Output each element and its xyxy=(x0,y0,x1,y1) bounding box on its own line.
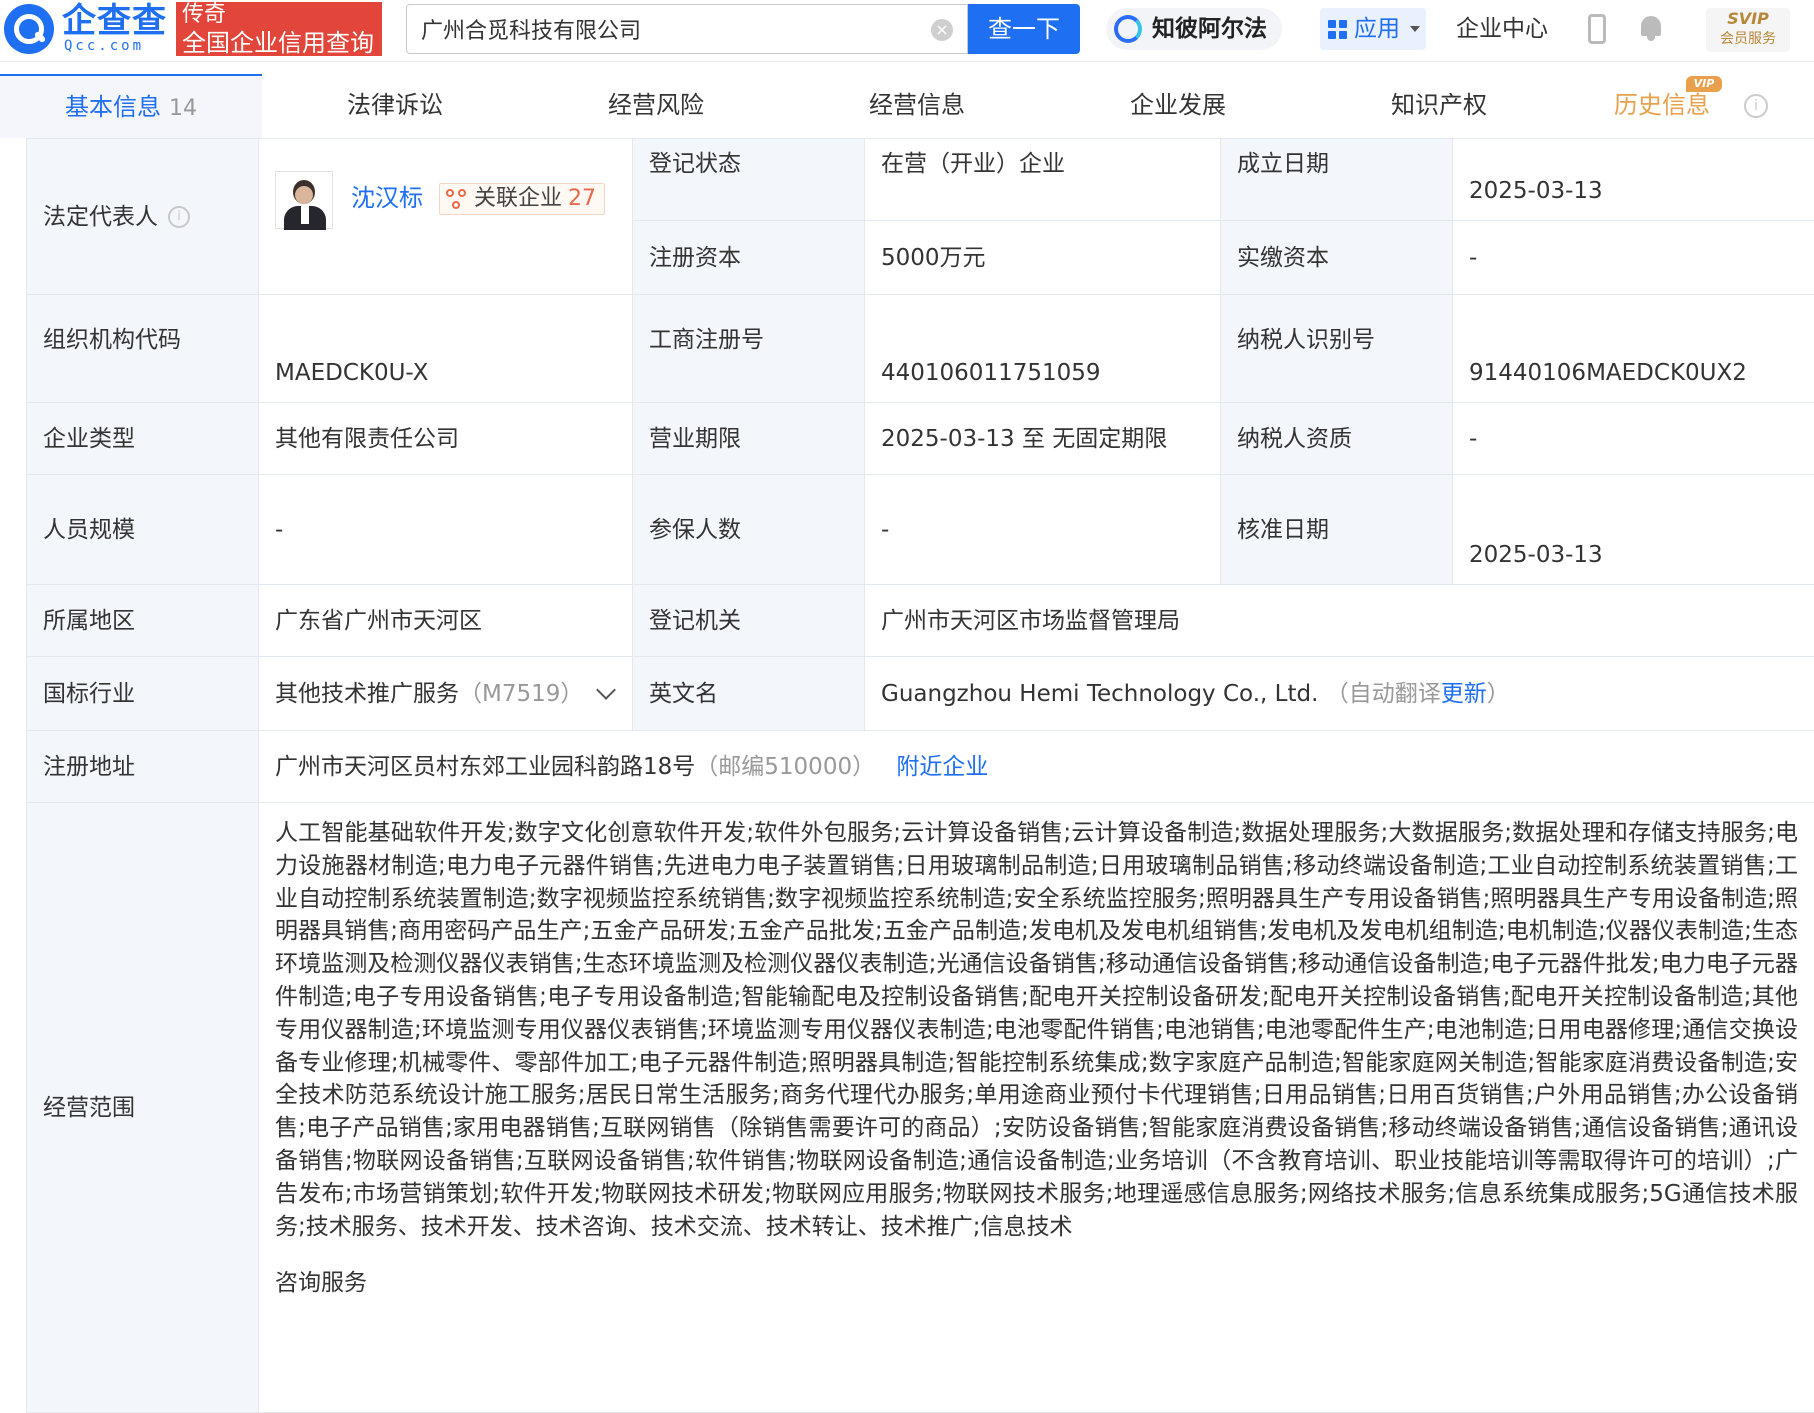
staff-size-value: - xyxy=(259,475,633,585)
reg-capital-value: 5000万元 xyxy=(865,221,1221,295)
search-box: × xyxy=(406,4,968,54)
taxpayer-id-value: 91440106MAEDCK0UX2 xyxy=(1453,295,1814,403)
promo-banner[interactable]: 传奇 全国企业信用查询 xyxy=(176,2,382,56)
region-value: 广东省广州市天河区 xyxy=(259,585,633,657)
postcode: （邮编510000） xyxy=(695,754,875,780)
svip-button[interactable]: SVIP 会员服务 xyxy=(1706,8,1790,52)
basic-info-table: 法定代表人 i 沈汉标 关联企业27 登记状态 在营（开业）企业 成立日期 202… xyxy=(26,138,1814,1413)
english-name-cell: Guangzhou Hemi Technology Co., Ltd. （自动翻… xyxy=(865,657,1814,731)
svip-title: SVIP xyxy=(1706,8,1790,30)
apps-label: 应用 xyxy=(1354,15,1400,43)
tab-operating-info[interactable]: 经营信息 xyxy=(822,74,1012,138)
paid-capital-label: 实缴资本 xyxy=(1221,221,1453,295)
biz-reg-no-label: 工商注册号 xyxy=(633,295,865,403)
insured-label: 参保人数 xyxy=(633,475,865,585)
enterprise-center-link[interactable]: 企业中心 xyxy=(1456,14,1548,44)
chevron-down-icon[interactable] xyxy=(596,680,616,700)
approval-date-label: 核准日期 xyxy=(1221,475,1453,585)
auto-translate-note: （自动翻译 xyxy=(1326,681,1441,707)
tab-basic-info-count: 14 xyxy=(169,96,197,121)
english-name-value: Guangzhou Hemi Technology Co., Ltd. xyxy=(881,681,1318,707)
region-label: 所属地区 xyxy=(27,585,259,657)
industry-code: （M7519） xyxy=(459,681,583,707)
related-companies-button[interactable]: 关联企业27 xyxy=(439,183,605,215)
biz-reg-no-value: 440106011751059 xyxy=(865,295,1221,403)
industry-label: 国标行业 xyxy=(27,657,259,731)
reg-capital-label: 注册资本 xyxy=(633,221,865,295)
history-info-icon[interactable]: i xyxy=(1744,94,1768,118)
tab-basic-info-label: 基本信息 xyxy=(65,93,161,121)
zhibi-alpha-label: 知彼阿尔法 xyxy=(1152,15,1267,43)
address-cell: 广州市天河区员村东郊工业园科韵路18号（邮编510000） 附近企业 xyxy=(259,731,1814,803)
promo-line1: 传奇 xyxy=(182,2,226,28)
qcc-logo-icon[interactable] xyxy=(4,4,54,54)
staff-size-label: 人员规模 xyxy=(27,475,259,585)
org-code-label: 组织机构代码 xyxy=(27,295,259,403)
related-count: 27 xyxy=(568,186,596,211)
legal-rep-cell: 沈汉标 关联企业27 xyxy=(259,139,633,295)
biz-term-value: 2025-03-13 至 无固定期限 xyxy=(865,403,1221,475)
org-code-value: MAEDCK0U-X xyxy=(259,295,633,403)
company-type-value: 其他有限责任公司 xyxy=(259,403,633,475)
tab-basic-info[interactable]: 基本信息 14 xyxy=(0,74,262,138)
apps-grid-icon xyxy=(1328,20,1348,40)
address-value: 广州市天河区员村东郊工业园科韵路18号 xyxy=(275,754,695,780)
bell-icon[interactable] xyxy=(1638,14,1664,42)
industry-value: 其他技术推广服务 xyxy=(275,681,459,707)
company-type-label: 企业类型 xyxy=(27,403,259,475)
logo-text[interactable]: 企查查 xyxy=(62,2,167,40)
related-label: 关联企业 xyxy=(474,186,562,211)
legal-rep-label: 法定代表人 xyxy=(43,204,158,230)
tab-ip[interactable]: 知识产权 xyxy=(1344,74,1534,138)
clear-icon[interactable]: × xyxy=(931,19,953,41)
zhibi-alpha-button[interactable]: 知彼阿尔法 xyxy=(1106,8,1282,50)
reg-status-value: 在营（开业）企业 xyxy=(865,139,1221,221)
address-label: 注册地址 xyxy=(27,731,259,803)
chevron-down-icon xyxy=(1410,26,1420,32)
update-link[interactable]: 更新 xyxy=(1441,681,1487,707)
tab-history[interactable]: 历史信息 xyxy=(1614,74,1754,138)
avatar[interactable] xyxy=(275,171,333,229)
scope-cell: 人工智能基础软件开发;数字文化创意软件开发;软件外包服务;云计算设备销售;云计算… xyxy=(259,803,1814,1413)
promo-line2: 全国企业信用查询 xyxy=(182,29,374,57)
paid-capital-value: - xyxy=(1453,221,1814,295)
approval-date-value: 2025-03-13 xyxy=(1453,475,1814,585)
founded-label: 成立日期 xyxy=(1221,139,1453,221)
biz-term-label: 营业期限 xyxy=(633,403,865,475)
zhibi-alpha-icon xyxy=(1114,15,1142,43)
tab-litigation[interactable]: 法律诉讼 xyxy=(300,74,490,138)
info-icon[interactable]: i xyxy=(168,206,190,228)
section-tabs: 基本信息 14 法律诉讼 经营风险 经营信息 企业发展 知识产权 历史信息 VIP… xyxy=(0,74,1814,138)
scope-label: 经营范围 xyxy=(27,803,259,1413)
taxpayer-id-label: 纳税人识别号 xyxy=(1221,295,1453,403)
reg-authority-value: 广州市天河区市场监督管理局 xyxy=(865,585,1814,657)
close-paren: ） xyxy=(1487,681,1510,707)
search-button[interactable]: 查一下 xyxy=(968,4,1080,54)
nearby-companies-link[interactable]: 附近企业 xyxy=(896,754,988,780)
tab-operating-risk[interactable]: 经营风险 xyxy=(561,74,751,138)
reg-authority-label: 登记机关 xyxy=(633,585,865,657)
taxpayer-qual-value: - xyxy=(1453,403,1814,475)
network-icon xyxy=(446,189,468,211)
reg-status-label: 登记状态 xyxy=(633,139,865,221)
scope-value: 人工智能基础软件开发;数字文化创意软件开发;软件外包服务;云计算设备销售;云计算… xyxy=(259,803,1814,1243)
tab-development[interactable]: 企业发展 xyxy=(1083,74,1273,138)
vip-badge: VIP xyxy=(1686,76,1722,92)
insured-value: - xyxy=(865,475,1221,585)
search-input[interactable] xyxy=(421,14,921,44)
top-header: 企查查 Qcc.com 传奇 全国企业信用查询 × 查一下 知彼阿尔法 应用 企… xyxy=(0,0,1814,62)
svip-subtitle: 会员服务 xyxy=(1706,30,1790,48)
apps-menu-button[interactable]: 应用 xyxy=(1320,8,1426,50)
mobile-phone-icon[interactable] xyxy=(1588,14,1606,44)
industry-cell[interactable]: 其他技术推广服务（M7519） xyxy=(259,657,633,731)
legal-rep-label-cell: 法定代表人 i xyxy=(27,139,259,295)
scope-tail: 咨询服务 xyxy=(259,1243,1814,1299)
logo-subtext: Qcc.com xyxy=(64,38,144,54)
taxpayer-qual-label: 纳税人资质 xyxy=(1221,403,1453,475)
legal-rep-name[interactable]: 沈汉标 xyxy=(351,183,423,213)
founded-value: 2025-03-13 xyxy=(1453,139,1814,221)
english-name-label: 英文名 xyxy=(633,657,865,731)
